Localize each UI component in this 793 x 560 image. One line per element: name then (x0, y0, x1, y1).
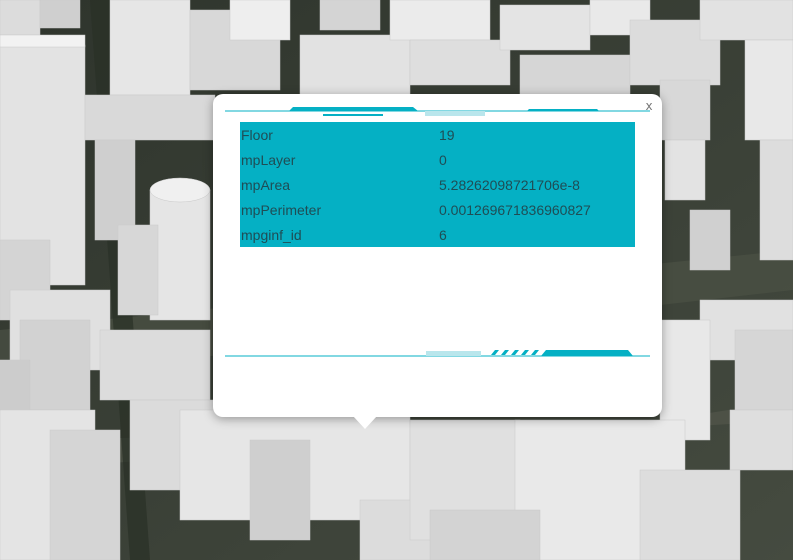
attribute-row: mpPerimeter 0.001269671836960827 (240, 197, 635, 222)
attribute-key: mpPerimeter (241, 201, 322, 218)
attribute-value: 0 (439, 151, 447, 168)
attribute-key: mpginf_id (241, 226, 302, 243)
attribute-table: Floor 19 mpLayer 0 mpArea 5.282620987217… (240, 122, 635, 247)
attribute-value: 5.28262098721706e-8 (439, 176, 580, 193)
attribute-row: mpLayer 0 (240, 147, 635, 172)
popup-pointer (353, 416, 377, 429)
attribute-row: mpginf_id 6 (240, 222, 635, 247)
attribute-row: Floor 19 (240, 122, 635, 147)
attribute-key: mpArea (241, 176, 291, 193)
attribute-value: 6 (439, 226, 447, 243)
attribute-key: Floor (241, 126, 273, 143)
attribute-value: 0.001269671836960827 (439, 201, 591, 218)
attribute-row: mpArea 5.28262098721706e-8 (240, 172, 635, 197)
attribute-value: 19 (439, 126, 455, 143)
attribute-key: mpLayer (241, 151, 296, 168)
close-button[interactable]: x (643, 100, 655, 112)
feature-info-popup: x Floor 19 mpLayer 0 mpArea 5.2826209872… (213, 94, 662, 429)
